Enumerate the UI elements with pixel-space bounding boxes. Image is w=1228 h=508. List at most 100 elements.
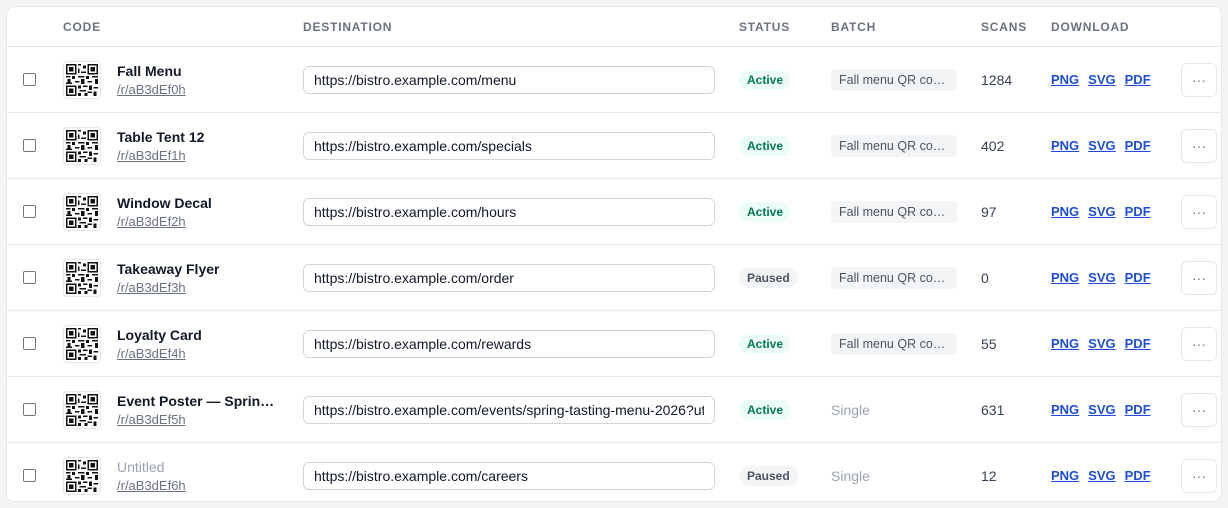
download-svg-link[interactable]: SVG bbox=[1088, 468, 1115, 483]
row-checkbox[interactable] bbox=[23, 139, 36, 152]
destination-url-input[interactable] bbox=[303, 329, 715, 358]
code-cell: Takeaway Flyer /r/aB3dEf3h bbox=[63, 245, 283, 310]
download-svg-link[interactable]: SVG bbox=[1088, 402, 1115, 417]
status-cell: Paused bbox=[739, 443, 823, 501]
column-header-status[interactable]: STATUS bbox=[739, 7, 823, 46]
code-name[interactable]: Fall Menu bbox=[117, 63, 186, 79]
code-name[interactable]: Loyalty Card bbox=[117, 327, 202, 343]
scans-cell: 402 bbox=[981, 113, 1041, 178]
batch-label: Fall menu QR cod… bbox=[831, 68, 957, 91]
scan-count: 1284 bbox=[981, 71, 1013, 88]
more-actions-button[interactable]: ··· bbox=[1181, 458, 1217, 493]
column-header-destination[interactable]: DESTINATION bbox=[303, 7, 719, 46]
column-header-download: DOWNLOAD bbox=[1051, 19, 1130, 34]
download-svg-link[interactable]: SVG bbox=[1088, 336, 1115, 351]
scan-count: 631 bbox=[981, 401, 1005, 418]
code-short-link[interactable]: /r/aB3dEf0h bbox=[117, 82, 186, 97]
download-pdf-link[interactable]: PDF bbox=[1125, 204, 1151, 219]
download-svg-link[interactable]: SVG bbox=[1088, 72, 1115, 87]
download-png-link[interactable]: PNG bbox=[1051, 402, 1079, 417]
code-name[interactable]: Untitled bbox=[117, 459, 186, 475]
download-pdf-link[interactable]: PDF bbox=[1125, 468, 1151, 483]
download-png-link[interactable]: PNG bbox=[1051, 204, 1079, 219]
code-name[interactable]: Table Tent 12 bbox=[117, 129, 204, 145]
column-header-scans[interactable]: SCANS bbox=[981, 7, 1041, 46]
more-actions-button[interactable]: ··· bbox=[1181, 62, 1217, 97]
destination-url-input[interactable] bbox=[303, 65, 715, 94]
download-svg-link[interactable]: SVG bbox=[1088, 204, 1115, 219]
destination-url-input[interactable] bbox=[303, 197, 715, 226]
column-header-batch[interactable]: BATCH bbox=[831, 7, 971, 46]
code-text: Fall Menu /r/aB3dEf0h bbox=[117, 63, 186, 97]
download-pdf-link[interactable]: PDF bbox=[1125, 72, 1151, 87]
row-select-cell bbox=[23, 113, 47, 178]
code-name[interactable]: Event Poster — Spring … bbox=[117, 393, 281, 409]
row-checkbox[interactable] bbox=[23, 205, 36, 218]
destination-url-input[interactable] bbox=[303, 263, 715, 292]
batch-cell: Fall menu QR cod… bbox=[831, 179, 971, 244]
code-cell: Event Poster — Spring … /r/aB3dEf5h bbox=[63, 377, 283, 442]
more-actions-button[interactable]: ··· bbox=[1181, 260, 1217, 295]
destination-cell bbox=[303, 377, 719, 442]
qr-code-icon[interactable] bbox=[63, 390, 101, 429]
code-name[interactable]: Takeaway Flyer bbox=[117, 261, 219, 277]
actions-cell: ··· bbox=[1181, 113, 1217, 178]
code-short-link[interactable]: /r/aB3dEf1h bbox=[117, 148, 204, 163]
more-actions-button[interactable]: ··· bbox=[1181, 194, 1217, 229]
download-pdf-link[interactable]: PDF bbox=[1125, 138, 1151, 153]
table-row: Table Tent 12 /r/aB3dEf1h Active Fall me… bbox=[7, 113, 1221, 179]
download-pdf-link[interactable]: PDF bbox=[1125, 402, 1151, 417]
row-checkbox[interactable] bbox=[23, 271, 36, 284]
qr-code-icon[interactable] bbox=[63, 192, 101, 231]
more-actions-button[interactable]: ··· bbox=[1181, 326, 1217, 361]
download-png-link[interactable]: PNG bbox=[1051, 468, 1079, 483]
row-select-cell bbox=[23, 443, 47, 501]
row-checkbox[interactable] bbox=[23, 337, 36, 350]
code-short-link[interactable]: /r/aB3dEf6h bbox=[117, 478, 186, 493]
download-cell: PNG SVG PDF bbox=[1051, 311, 1171, 376]
qr-code-icon[interactable] bbox=[63, 456, 101, 495]
download-png-link[interactable]: PNG bbox=[1051, 336, 1079, 351]
code-short-link[interactable]: /r/aB3dEf5h bbox=[117, 412, 281, 427]
download-pdf-link[interactable]: PDF bbox=[1125, 336, 1151, 351]
more-actions-button[interactable]: ··· bbox=[1181, 128, 1217, 163]
code-cell: Fall Menu /r/aB3dEf0h bbox=[63, 47, 283, 112]
download-png-link[interactable]: PNG bbox=[1051, 270, 1079, 285]
more-actions-button[interactable]: ··· bbox=[1181, 392, 1217, 427]
more-horizontal-icon: ··· bbox=[1192, 137, 1206, 154]
code-short-link[interactable]: /r/aB3dEf2h bbox=[117, 214, 212, 229]
qr-code-icon[interactable] bbox=[63, 126, 101, 165]
status-cell: Active bbox=[739, 377, 823, 442]
qr-code-icon[interactable] bbox=[63, 60, 101, 99]
qr-code-icon[interactable] bbox=[63, 324, 101, 363]
code-name[interactable]: Window Decal bbox=[117, 195, 212, 211]
download-svg-link[interactable]: SVG bbox=[1088, 138, 1115, 153]
batch-cell: Fall menu QR cod… bbox=[831, 47, 971, 112]
destination-url-input[interactable] bbox=[303, 461, 715, 490]
row-checkbox[interactable] bbox=[23, 403, 36, 416]
table-row: Takeaway Flyer /r/aB3dEf3h Paused Fall m… bbox=[7, 245, 1221, 311]
batch-label: Fall menu QR cod… bbox=[831, 332, 957, 355]
download-pdf-link[interactable]: PDF bbox=[1125, 270, 1151, 285]
scans-cell: 0 bbox=[981, 245, 1041, 310]
row-checkbox[interactable] bbox=[23, 469, 36, 482]
table-body: Fall Menu /r/aB3dEf0h Active Fall menu Q… bbox=[7, 47, 1221, 501]
batch-label: Single bbox=[831, 467, 870, 484]
column-header-code[interactable]: CODE bbox=[63, 7, 283, 46]
status-badge: Active bbox=[739, 201, 792, 222]
download-png-link[interactable]: PNG bbox=[1051, 138, 1079, 153]
destination-url-input[interactable] bbox=[303, 131, 715, 160]
download-svg-link[interactable]: SVG bbox=[1088, 270, 1115, 285]
qr-code-icon[interactable] bbox=[63, 258, 101, 297]
actions-cell: ··· bbox=[1181, 377, 1217, 442]
more-horizontal-icon: ··· bbox=[1192, 269, 1206, 286]
status-badge: Active bbox=[739, 69, 792, 90]
actions-cell: ··· bbox=[1181, 179, 1217, 244]
download-png-link[interactable]: PNG bbox=[1051, 72, 1079, 87]
batch-cell: Fall menu QR cod… bbox=[831, 113, 971, 178]
code-short-link[interactable]: /r/aB3dEf4h bbox=[117, 346, 202, 361]
code-short-link[interactable]: /r/aB3dEf3h bbox=[117, 280, 219, 295]
destination-url-input[interactable] bbox=[303, 395, 715, 424]
scans-cell: 1284 bbox=[981, 47, 1041, 112]
row-checkbox[interactable] bbox=[23, 73, 36, 86]
